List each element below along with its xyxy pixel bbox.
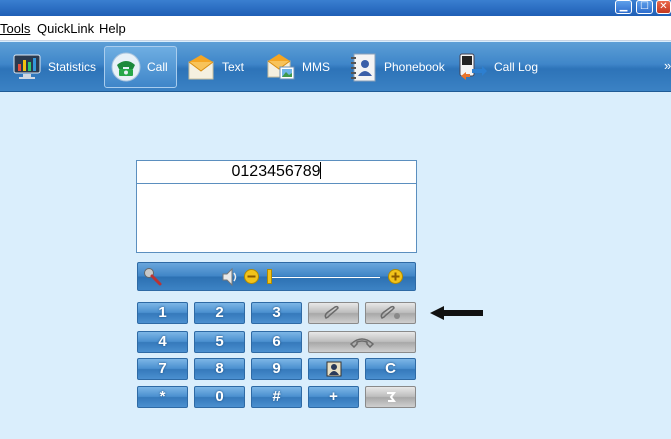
menu-help[interactable]: Help — [99, 21, 126, 36]
dial-number-field[interactable]: 0123456789 — [137, 161, 416, 184]
phone-icon — [111, 52, 141, 82]
phonebook-icon — [348, 52, 378, 82]
envelope-icon — [186, 52, 216, 82]
key-4[interactable]: 4 — [137, 331, 188, 353]
dial-display[interactable]: 0123456789 — [136, 160, 417, 253]
tool-call-label: Call — [147, 60, 168, 74]
tool-phonebook[interactable]: Phonebook — [342, 46, 451, 88]
tool-mms-label: MMS — [302, 60, 330, 74]
tool-statistics-label: Statistics — [48, 60, 97, 74]
tool-call[interactable]: Call — [104, 46, 177, 88]
menu-bar: Tools QuickLink Help — [0, 16, 671, 41]
key-hash[interactable]: # — [251, 386, 302, 408]
volume-up-button[interactable] — [388, 269, 403, 289]
dial-call-button[interactable] — [308, 302, 359, 324]
key-0[interactable]: 0 — [194, 386, 245, 408]
key-star[interactable]: * — [137, 386, 188, 408]
key-7[interactable]: 7 — [137, 358, 188, 380]
key-3[interactable]: 3 — [251, 302, 302, 324]
tool-call-log[interactable]: Call Log — [452, 46, 544, 88]
mms-envelope-icon — [266, 52, 296, 82]
minimize-button[interactable]: ▁ — [615, 0, 632, 14]
contacts-button[interactable] — [308, 358, 359, 380]
toolbar-overflow-chevron[interactable]: » — [664, 58, 671, 73]
tool-text-label: Text — [222, 60, 245, 74]
handset-lock-icon — [380, 305, 400, 319]
title-bar: ▁ ☐ ✕ — [0, 0, 671, 16]
volume-bar — [137, 262, 416, 291]
clear-button[interactable]: C — [365, 358, 416, 380]
main-toolbar: Statistics Call Text MMS Phonebook Call … — [0, 42, 671, 92]
volume-down-button[interactable] — [244, 269, 259, 289]
hold-call-button[interactable] — [365, 302, 416, 324]
dial-number-text: 0123456789 — [231, 163, 321, 180]
key-2[interactable]: 2 — [194, 302, 245, 324]
menu-quicklink[interactable]: QuickLink — [37, 21, 94, 36]
key-5[interactable]: 5 — [194, 331, 245, 353]
hang-up-button[interactable] — [308, 331, 416, 353]
menu-tools[interactable]: Tools — [0, 21, 30, 36]
key-1[interactable]: 1 — [137, 302, 188, 324]
backspace-arrow-icon — [386, 392, 396, 402]
key-plus[interactable]: + — [308, 386, 359, 408]
tool-call-log-label: Call Log — [494, 60, 539, 74]
volume-slider-track[interactable] — [268, 277, 380, 278]
volume-slider-thumb[interactable] — [267, 269, 272, 284]
contact-card-icon — [326, 361, 341, 377]
key-8[interactable]: 8 — [194, 358, 245, 380]
key-6[interactable]: 6 — [251, 331, 302, 353]
speaker-icon — [221, 267, 237, 292]
key-9[interactable]: 9 — [251, 358, 302, 380]
hang-up-icon — [349, 338, 375, 348]
close-button[interactable]: ✕ — [656, 0, 671, 14]
handset-icon — [324, 305, 339, 319]
text-caret — [320, 162, 322, 179]
statistics-monitor-icon — [12, 52, 42, 82]
pointer-arrow-icon — [428, 305, 484, 326]
backspace-button[interactable] — [365, 386, 416, 408]
call-log-icon — [458, 52, 488, 82]
microphone-icon[interactable] — [143, 267, 163, 292]
tool-phonebook-label: Phonebook — [384, 60, 445, 74]
maximize-button[interactable]: ☐ — [636, 0, 653, 14]
tool-text[interactable]: Text — [180, 46, 250, 88]
tool-statistics[interactable]: Statistics — [6, 46, 102, 88]
tool-mms[interactable]: MMS — [260, 46, 336, 88]
